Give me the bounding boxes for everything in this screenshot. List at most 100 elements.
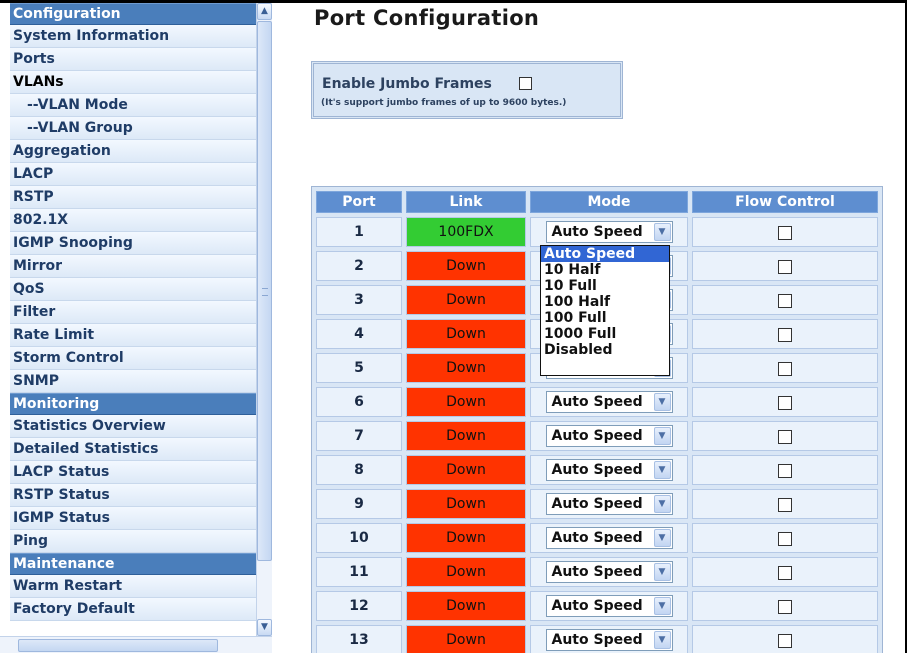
dropdown-option[interactable]: 10 Full [541,278,669,294]
link-status: Down [406,489,526,519]
flow-control-checkbox[interactable] [778,498,792,512]
jumbo-frames-checkbox[interactable] [519,77,532,90]
chevron-down-icon[interactable]: ▼ [653,393,671,411]
page-title: Port Configuration [314,6,540,30]
nav-link-rstp[interactable]: RSTP [10,186,256,209]
flow-control-checkbox[interactable] [778,294,792,308]
nav-vertical-scrollbar[interactable]: ▲ ▼ [256,3,272,636]
table-row: 6 Down Auto Speed ▼ [316,387,878,417]
mode-select-value: Auto Speed [551,394,643,410]
scroll-down-icon[interactable]: ▼ [257,619,272,636]
nav-link-warm-restart[interactable]: Warm Restart [10,575,256,598]
mode-select[interactable]: Auto Speed ▼ [545,391,673,413]
flow-control-checkbox[interactable] [778,566,792,580]
flow-control-checkbox[interactable] [778,600,792,614]
flow-control-cell [692,523,878,553]
port-number: 7 [316,421,402,451]
nav-link-qos[interactable]: QoS [10,278,256,301]
mode-cell: Auto Speed ▼ [530,421,688,451]
nav-link-ports[interactable]: Ports [10,48,256,71]
flow-control-cell [692,421,878,451]
nav-link-aggregation[interactable]: Aggregation [10,140,256,163]
port-number: 1 [316,217,402,247]
mode-select[interactable]: Auto Speed ▼ [545,527,673,549]
jumbo-frames-panel: Enable Jumbo Frames (It's support jumbo … [311,61,623,119]
mode-select[interactable]: Auto Speed ▼ [545,561,673,583]
nav-link-igmp-snooping[interactable]: IGMP Snooping [10,232,256,255]
flow-control-checkbox[interactable] [778,396,792,410]
horizontal-scrollbar-thumb[interactable] [18,639,218,652]
link-status: Down [406,319,526,349]
mode-select[interactable]: Auto Speed ▼ [545,493,673,515]
table-row: 9 Down Auto Speed ▼ [316,489,878,519]
chevron-down-icon[interactable]: ▼ [653,529,671,547]
mode-select-value: Auto Speed [551,632,643,648]
flow-control-checkbox[interactable] [778,464,792,478]
dropdown-option[interactable]: Auto Speed [541,246,669,262]
nav-link-ping[interactable]: Ping [10,530,256,553]
nav-link-lacp-status[interactable]: LACP Status [10,461,256,484]
flow-control-checkbox[interactable] [778,532,792,546]
nav-horizontal-scrollbar[interactable] [0,636,272,653]
nav-link-filter[interactable]: Filter [10,301,256,324]
flow-control-checkbox[interactable] [778,328,792,342]
nav-menu: Configuration System Information Ports VLAN… [10,3,256,621]
dropdown-option[interactable]: 10 Half [541,262,669,278]
mode-cell: Auto Speed ▼ [530,523,688,553]
link-status: Down [406,591,526,621]
flow-control-checkbox[interactable] [778,362,792,376]
nav-link-system-information[interactable]: System Information [10,25,256,48]
link-status: Down [406,285,526,315]
dropdown-option[interactable]: 100 Full [541,310,669,326]
link-status: Down [406,625,526,653]
nav-link-vlans[interactable]: VLANs [10,71,256,94]
nav-link-rstp-status[interactable]: RSTP Status [10,484,256,507]
flow-control-checkbox[interactable] [778,226,792,240]
chevron-down-icon[interactable]: ▼ [653,427,671,445]
flow-control-cell [692,625,878,653]
mode-select[interactable]: Auto Speed ▼ [545,629,673,651]
flow-control-checkbox[interactable] [778,430,792,444]
nav-link-vlan-mode[interactable]: --VLAN Mode [10,94,256,117]
flow-control-checkbox[interactable] [778,260,792,274]
header-mode: Mode [530,191,688,213]
chevron-down-icon[interactable]: ▼ [653,223,671,241]
chevron-down-icon[interactable]: ▼ [653,495,671,513]
nav-link-storm-control[interactable]: Storm Control [10,347,256,370]
table-row: 8 Down Auto Speed ▼ [316,455,878,485]
nav-link-vlan-group[interactable]: --VLAN Group [10,117,256,140]
scroll-up-icon[interactable]: ▲ [257,3,272,20]
chevron-down-icon[interactable]: ▼ [653,461,671,479]
nav-link-lacp[interactable]: LACP [10,163,256,186]
mode-select[interactable]: Auto Speed ▼ [545,425,673,447]
flow-control-cell [692,285,878,315]
mode-select-value: Auto Speed [551,598,643,614]
mode-cell: Auto Speed ▼ [530,387,688,417]
mode-select-value: Auto Speed [551,428,643,444]
table-row: 12 Down Auto Speed ▼ [316,591,878,621]
mode-select[interactable]: Auto Speed ▼ [545,221,673,243]
dropdown-option[interactable]: 100 Half [541,294,669,310]
chevron-down-icon[interactable]: ▼ [653,563,671,581]
chevron-down-icon[interactable]: ▼ [653,597,671,615]
dropdown-option[interactable]: 1000 Full [541,326,669,342]
chevron-down-icon[interactable]: ▼ [653,631,671,649]
link-status: Down [406,557,526,587]
nav-link-mirror[interactable]: Mirror [10,255,256,278]
nav-link-rate-limit[interactable]: Rate Limit [10,324,256,347]
table-row: 7 Down Auto Speed ▼ [316,421,878,451]
flow-control-cell [692,353,878,383]
nav-link-igmp-status[interactable]: IGMP Status [10,507,256,530]
nav-link-snmp[interactable]: SNMP [10,370,256,393]
dropdown-option[interactable]: Disabled [541,342,669,358]
scrollbar-thumb[interactable] [257,21,272,561]
nav-link-detailed-statistics[interactable]: Detailed Statistics [10,438,256,461]
mode-select[interactable]: Auto Speed ▼ [545,595,673,617]
mode-select-value: Auto Speed [551,530,643,546]
nav-link-factory-default[interactable]: Factory Default [10,598,256,621]
mode-dropdown-list[interactable]: Auto Speed 10 Half 10 Full 100 Half 100 Full… [540,245,670,376]
nav-link-802-1x[interactable]: 802.1X [10,209,256,232]
nav-link-statistics-overview[interactable]: Statistics Overview [10,415,256,438]
flow-control-checkbox[interactable] [778,634,792,648]
mode-select[interactable]: Auto Speed ▼ [545,459,673,481]
